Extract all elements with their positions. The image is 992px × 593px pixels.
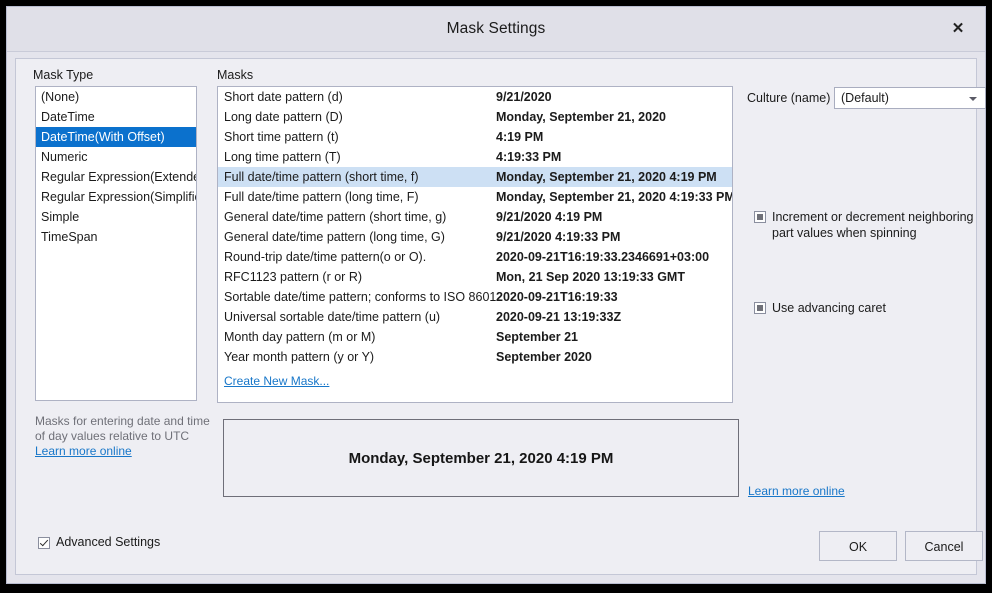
mask-type-item[interactable]: Numeric [36,147,196,167]
mask-row-value: Monday, September 21, 2020 [496,107,732,127]
dialog-title: Mask Settings [7,7,985,51]
mask-row-value: September 2020 [496,347,732,367]
mask-row[interactable]: Round-trip date/time pattern(o or O).202… [218,247,732,267]
mask-row[interactable]: Full date/time pattern (short time, f)Mo… [218,167,732,187]
mask-row-value: 2020-09-21T16:19:33.2346691+03:00 [496,247,732,267]
mask-row-name: Sortable date/time pattern; conforms to … [218,287,496,307]
mask-row[interactable]: General date/time pattern (long time, G)… [218,227,732,247]
advanced-settings-label: Advanced Settings [56,534,160,550]
mask-row[interactable]: Short time pattern (t)4:19 PM [218,127,732,147]
mask-type-help: Masks for entering date and time of day … [35,414,215,459]
mask-row[interactable]: Year month pattern (y or Y)September 202… [218,347,732,367]
mask-row[interactable]: RFC1123 pattern (r or R)Mon, 21 Sep 2020… [218,267,732,287]
title-bar: Mask Settings ✕ [7,7,985,52]
mask-row-value: 9/21/2020 [496,87,732,107]
mask-row-value: 9/21/2020 4:19:33 PM [496,227,732,247]
culture-label: Culture (name) [747,91,830,105]
mask-row-name: General date/time pattern (long time, G) [218,227,496,247]
mask-row-value: Mon, 21 Sep 2020 13:19:33 GMT [496,267,732,287]
mask-type-item[interactable]: DateTime(With Offset) [36,127,196,147]
mask-row-name: Round-trip date/time pattern(o or O). [218,247,496,267]
mask-row[interactable]: Month day pattern (m or M)September 21 [218,327,732,347]
mask-row-value: Monday, September 21, 2020 4:19 PM [496,167,732,187]
dialog-content: Mask Type (None)DateTimeDateTime(With Of… [15,58,977,575]
mask-row-value: 4:19:33 PM [496,147,732,167]
preview-learn-more-link[interactable]: Learn more online [748,484,845,498]
mask-row-value: 4:19 PM [496,127,732,147]
masks-list[interactable]: Short date pattern (d)9/21/2020Long date… [217,86,733,403]
mask-row[interactable]: Long time pattern (T)4:19:33 PM [218,147,732,167]
mask-type-item[interactable]: Simple [36,207,196,227]
mask-row-name: Long time pattern (T) [218,147,496,167]
mask-row-value: Monday, September 21, 2020 4:19:33 PM [496,187,732,207]
advancing-caret-option[interactable]: Use advancing caret [754,300,974,316]
mask-row[interactable]: Sortable date/time pattern; conforms to … [218,287,732,307]
advancing-caret-checkbox[interactable] [754,302,766,314]
mask-row-name: Full date/time pattern (short time, f) [218,167,496,187]
mask-row-name: Long date pattern (D) [218,107,496,127]
mask-row-name: Short date pattern (d) [218,87,496,107]
mask-row-name: General date/time pattern (short time, g… [218,207,496,227]
mask-type-item[interactable]: DateTime [36,107,196,127]
increment-neighboring-label: Increment or decrement neighboring part … [772,209,990,241]
increment-neighboring-option[interactable]: Increment or decrement neighboring part … [754,209,990,241]
advanced-settings-option[interactable]: Advanced Settings [38,534,160,550]
mask-type-item[interactable]: Regular Expression(Extended) [36,167,196,187]
mask-settings-dialog: Mask Settings ✕ Mask Type (None)DateTime… [6,6,986,584]
mask-preview-text: Monday, September 21, 2020 4:19 PM [349,450,614,467]
mask-preview-box: Monday, September 21, 2020 4:19 PM [223,419,739,497]
mask-type-label: Mask Type [33,68,93,82]
mask-row-name: Full date/time pattern (long time, F) [218,187,496,207]
mask-row[interactable]: Full date/time pattern (long time, F)Mon… [218,187,732,207]
mask-row-value: 2020-09-21T16:19:33 [496,287,732,307]
mask-row-name: RFC1123 pattern (r or R) [218,267,496,287]
mask-type-list[interactable]: (None)DateTimeDateTime(With Offset)Numer… [35,86,197,401]
mask-type-item[interactable]: Regular Expression(Simplified) [36,187,196,207]
cancel-button[interactable]: Cancel [905,531,983,561]
mask-type-item[interactable]: TimeSpan [36,227,196,247]
culture-select[interactable]: (Default) [834,87,986,109]
mask-row-name: Short time pattern (t) [218,127,496,147]
increment-neighboring-checkbox[interactable] [754,211,766,223]
advanced-settings-checkbox[interactable] [38,537,50,549]
mask-row[interactable]: Short date pattern (d)9/21/2020 [218,87,732,107]
mask-type-item[interactable]: (None) [36,87,196,107]
mask-row-value: 2020-09-21 13:19:33Z [496,307,732,327]
masks-label: Masks [217,68,253,82]
culture-selected-value: (Default) [841,88,889,108]
close-icon[interactable]: ✕ [937,9,979,49]
advancing-caret-label: Use advancing caret [772,300,886,316]
mask-row-name: Universal sortable date/time pattern (u) [218,307,496,327]
mask-row-value: 9/21/2020 4:19 PM [496,207,732,227]
mask-type-learn-more-link[interactable]: Learn more online [35,444,132,458]
mask-type-help-text: Masks for entering date and time of day … [35,414,215,444]
mask-row[interactable]: General date/time pattern (short time, g… [218,207,732,227]
chevron-down-icon [969,97,977,101]
create-new-mask-row: Create New Mask... [218,371,732,391]
ok-button[interactable]: OK [819,531,897,561]
mask-row-name: Year month pattern (y or Y) [218,347,496,367]
mask-row-name: Month day pattern (m or M) [218,327,496,347]
mask-row-value: September 21 [496,327,732,347]
create-new-mask-link[interactable]: Create New Mask... [224,374,329,388]
mask-row[interactable]: Universal sortable date/time pattern (u)… [218,307,732,327]
mask-row[interactable]: Long date pattern (D)Monday, September 2… [218,107,732,127]
